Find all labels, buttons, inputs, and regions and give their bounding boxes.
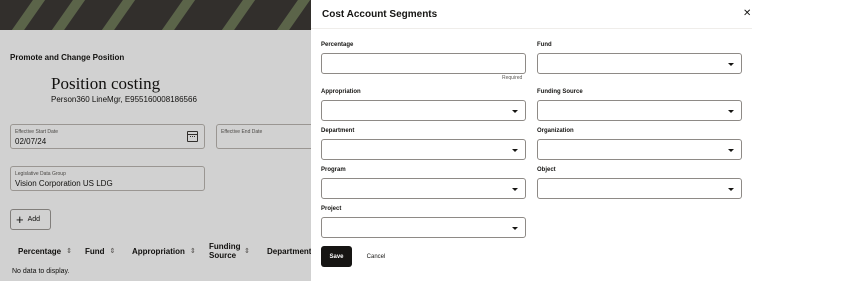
chevron-down-icon xyxy=(512,188,518,191)
chevron-down-icon xyxy=(728,149,734,152)
fund-select[interactable] xyxy=(537,53,742,74)
background-page: Promote and Change Position Position cos… xyxy=(0,0,311,281)
department-select[interactable] xyxy=(321,139,526,160)
department-label: Department xyxy=(321,128,355,134)
chevron-down-icon xyxy=(728,110,734,113)
program-select[interactable] xyxy=(321,178,526,199)
divider xyxy=(311,28,752,29)
chevron-down-icon xyxy=(728,188,734,191)
program-label: Program xyxy=(321,167,346,173)
chevron-down-icon xyxy=(512,110,518,113)
save-button[interactable]: Save xyxy=(321,246,352,267)
required-hint: Required xyxy=(502,75,523,81)
window-margin xyxy=(752,0,867,281)
chevron-down-icon xyxy=(728,63,734,66)
close-icon[interactable]: ✕ xyxy=(743,8,751,19)
percentage-input[interactable] xyxy=(321,53,526,74)
chevron-down-icon xyxy=(512,227,518,230)
object-label: Object xyxy=(537,167,556,173)
object-select[interactable] xyxy=(537,178,742,199)
project-label: Project xyxy=(321,206,342,212)
project-select[interactable] xyxy=(321,217,526,238)
appropriation-label: Appropriation xyxy=(321,89,361,95)
cost-account-segments-drawer: Cost Account Segments ✕ Percentage Requi… xyxy=(311,0,752,281)
appropriation-select[interactable] xyxy=(321,100,526,121)
chevron-down-icon xyxy=(512,149,518,152)
organization-label: Organization xyxy=(537,128,574,134)
cancel-button[interactable]: Cancel xyxy=(359,246,393,267)
funding-source-select[interactable] xyxy=(537,100,742,121)
drawer-title: Cost Account Segments xyxy=(322,9,438,20)
funding-source-label: Funding Source xyxy=(537,89,583,95)
percentage-label: Percentage xyxy=(321,42,354,48)
modal-scrim xyxy=(0,0,311,281)
fund-label: Fund xyxy=(537,42,552,48)
organization-select[interactable] xyxy=(537,139,742,160)
